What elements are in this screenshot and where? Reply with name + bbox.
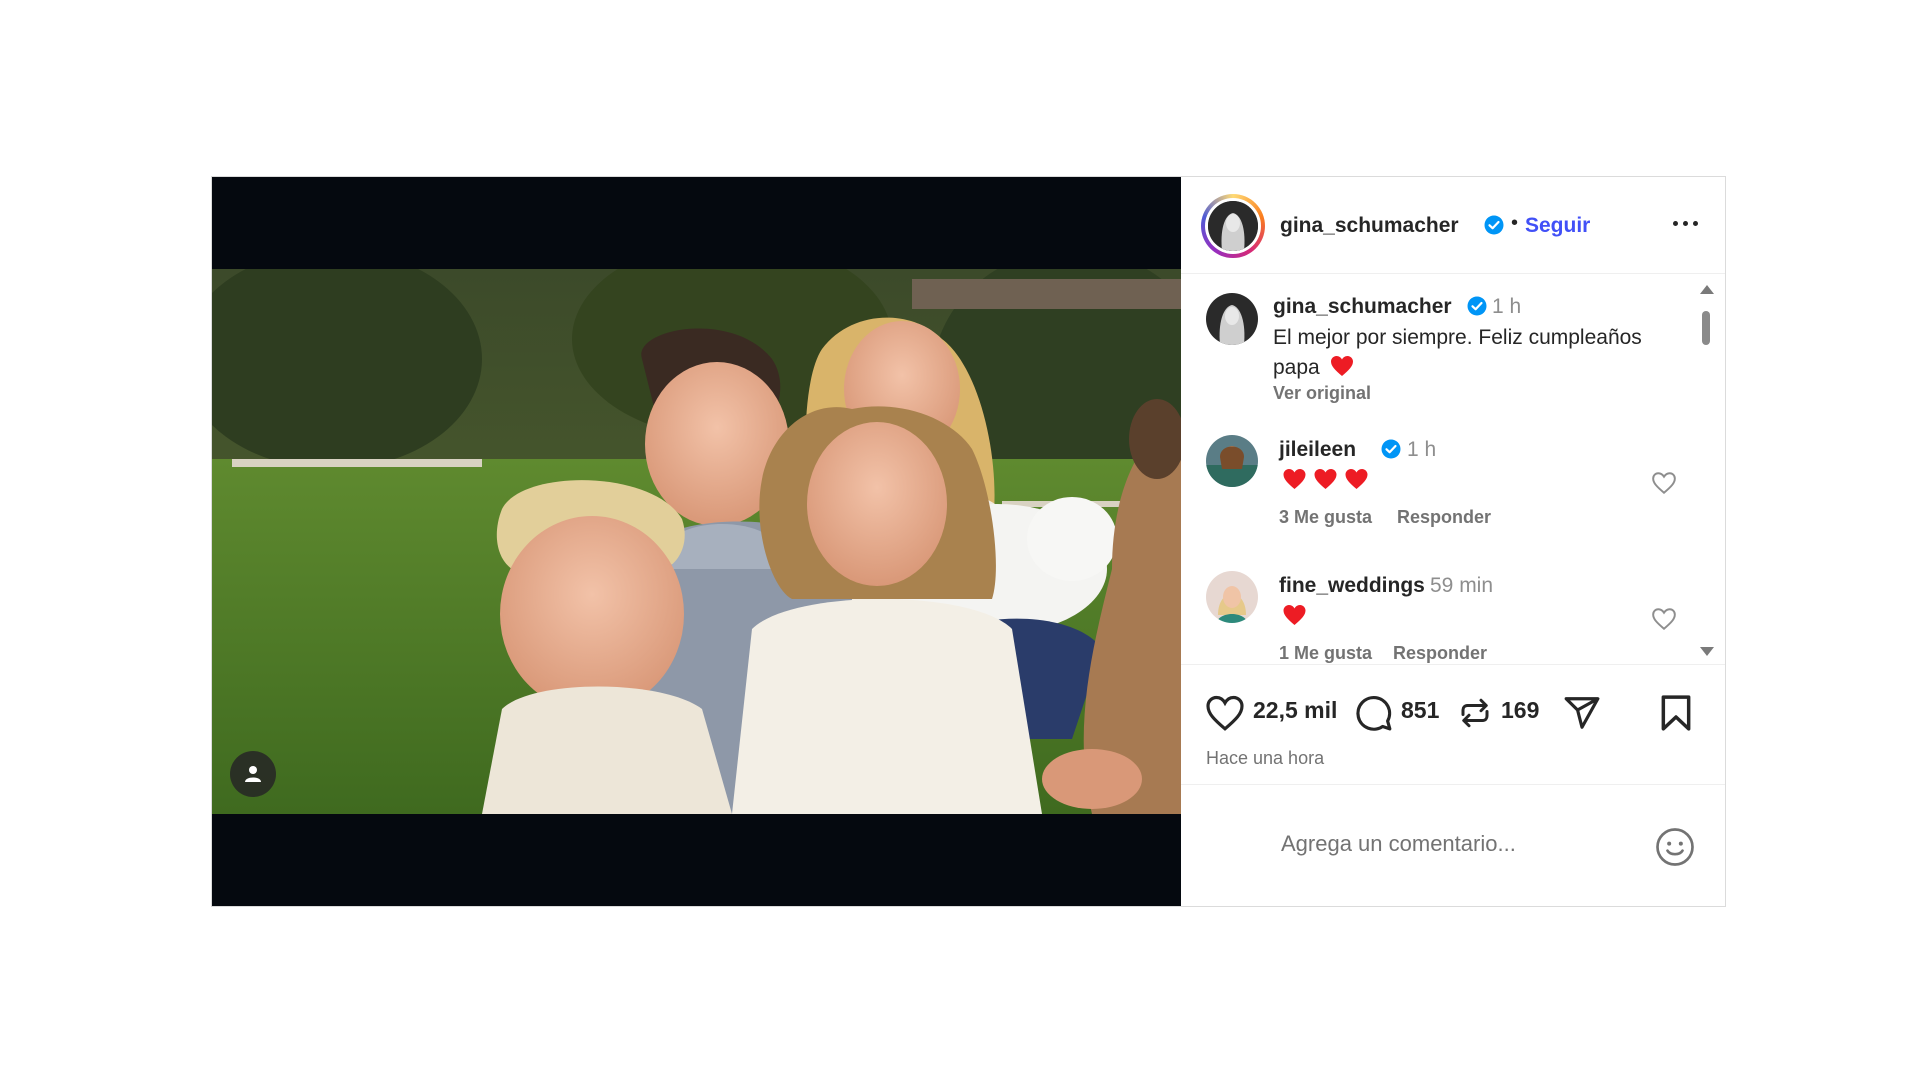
post-timestamp[interactable]: Hace una hora [1206,748,1324,769]
red-heart-icon [1283,605,1306,625]
comment-avatar[interactable] [1206,571,1258,623]
instagram-post: gina_schumacher • Seguir gina_schumacher [211,176,1726,907]
caption-username[interactable]: gina_schumacher [1273,295,1452,319]
likes-count[interactable]: 22,5 mil [1253,697,1337,724]
post-side-panel: gina_schumacher • Seguir gina_schumacher [1181,177,1725,906]
save-bookmark-icon[interactable] [1659,694,1693,732]
red-heart-icon [1314,469,1337,489]
red-heart-icon [1345,469,1368,489]
user-icon [245,766,261,782]
comments-count[interactable]: 851 [1401,697,1439,724]
like-comment-heart-icon[interactable] [1651,607,1677,631]
family-photo [212,269,1181,814]
comment-username[interactable]: fine_weddings [1279,574,1425,598]
caption-time[interactable]: 1 h [1492,295,1521,319]
comment-text [1282,468,1369,490]
share-send-icon[interactable] [1562,694,1602,732]
repost-icon[interactable] [1457,695,1493,731]
reposts-count[interactable]: 169 [1501,697,1539,724]
comments-scrollbar[interactable] [1699,281,1714,661]
more-options-icon[interactable] [1673,221,1698,226]
red-heart-icon [1330,356,1353,376]
comment-likes[interactable]: 1 Me gusta [1279,643,1372,664]
red-heart-icon [1283,469,1306,489]
add-comment-bar: Agrega un comentario... [1181,785,1725,906]
caption-text: El mejor por siempre. Feliz cumpleaños p… [1273,323,1683,383]
post-actions: 22,5 mil 851 169 Hace una hora [1181,665,1725,785]
comment-icon[interactable] [1355,694,1393,732]
scroll-thumb[interactable] [1702,311,1710,345]
verified-badge-icon [1484,215,1504,240]
follow-button[interactable]: Seguir [1525,214,1590,238]
comment-likes[interactable]: 3 Me gusta [1279,507,1372,528]
post-header: gina_schumacher • Seguir [1181,177,1725,274]
header-username[interactable]: gina_schumacher [1280,214,1459,238]
comment-time[interactable]: 59 min [1430,574,1493,598]
header-separator: • [1511,212,1519,234]
scroll-up-arrow-icon[interactable] [1700,285,1714,294]
tagged-users-button[interactable] [230,751,276,797]
caption-body: El mejor por siempre. Feliz cumpleaños p… [1273,326,1642,379]
verified-badge-icon [1381,439,1401,464]
like-comment-heart-icon[interactable] [1651,471,1677,495]
reply-button[interactable]: Responder [1393,643,1487,664]
comment-time[interactable]: 1 h [1407,438,1436,462]
reply-button[interactable]: Responder [1397,507,1491,528]
like-heart-icon[interactable] [1205,694,1245,732]
emoji-smiley-icon[interactable] [1655,827,1695,867]
comments-section[interactable]: gina_schumacher 1 h El mejor por siempre… [1181,275,1725,665]
profile-avatar-story-ring[interactable] [1201,194,1265,258]
avatar [1208,201,1258,251]
add-comment-input[interactable]: Agrega un comentario... [1281,831,1516,857]
scroll-down-arrow-icon[interactable] [1700,647,1714,656]
comment-username[interactable]: jileileen [1279,438,1356,462]
caption-avatar[interactable] [1206,293,1258,345]
verified-badge-icon [1467,296,1487,321]
comment-text [1282,604,1307,626]
post-media[interactable] [212,177,1181,906]
see-original-link[interactable]: Ver original [1273,383,1371,404]
comment-avatar[interactable] [1206,435,1258,487]
